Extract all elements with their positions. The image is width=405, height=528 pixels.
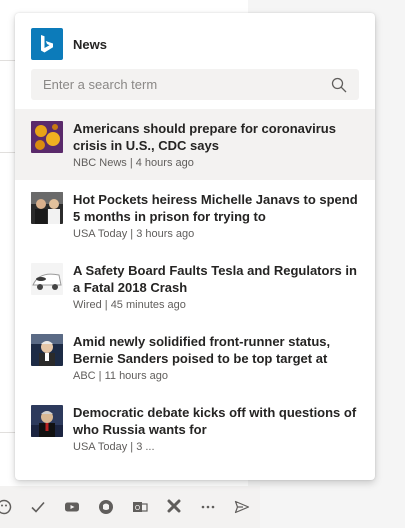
- news-title: Amid newly solidified front-runner statu…: [73, 334, 331, 366]
- news-meta: ABC | 11 hours ago: [73, 370, 168, 382]
- search-icon[interactable]: [331, 77, 347, 93]
- news-popup: News Americans should prepare for corona…: [15, 13, 375, 480]
- svg-text:O: O: [135, 504, 141, 512]
- sharepoint-icon[interactable]: [164, 497, 184, 517]
- courtroom-thumb: [31, 192, 63, 224]
- bing-logo-icon: [31, 28, 63, 60]
- tesla-thumb: [31, 263, 63, 295]
- more-options-icon[interactable]: [198, 497, 218, 517]
- debate-thumb: [31, 405, 63, 437]
- news-meta: USA Today | 3 hours ago: [73, 228, 195, 240]
- popup-title: News: [73, 36, 107, 52]
- news-title: Hot Pockets heiress Michelle Janavs to s…: [73, 192, 358, 224]
- news-meta: NBC News | 4 hours ago: [73, 157, 194, 169]
- coronavirus-thumb: [31, 121, 63, 153]
- news-list: Americans should prepare for coronavirus…: [15, 109, 375, 464]
- github-icon[interactable]: [96, 497, 116, 517]
- news-title: Democratic debate kicks off with questio…: [73, 405, 357, 437]
- news-title: Americans should prepare for coronavirus…: [73, 121, 336, 153]
- news-item[interactable]: Americans should prepare for coronavirus…: [15, 109, 375, 180]
- news-meta: USA Today | 3 ...: [73, 441, 155, 453]
- news-meta: Wired | 45 minutes ago: [73, 299, 186, 311]
- news-title: A Safety Board Faults Tesla and Regulato…: [73, 263, 357, 295]
- search-box: [31, 69, 359, 100]
- news-item[interactable]: Hot Pockets heiress Michelle Janavs to s…: [15, 180, 375, 251]
- send-icon[interactable]: [232, 497, 252, 517]
- check-icon[interactable]: [28, 497, 48, 517]
- news-item[interactable]: Amid newly solidified front-runner statu…: [15, 322, 375, 393]
- news-item[interactable]: A Safety Board Faults Tesla and Regulato…: [15, 251, 375, 322]
- emoji-icon[interactable]: [0, 497, 14, 517]
- sanders-thumb: [31, 334, 63, 366]
- news-item[interactable]: Democratic debate kicks off with questio…: [15, 393, 375, 464]
- outlook-icon[interactable]: O: [130, 497, 150, 517]
- youtube-icon[interactable]: [62, 497, 82, 517]
- search-input[interactable]: [31, 69, 331, 100]
- popup-header: News: [15, 13, 375, 75]
- compose-toolbar: O: [0, 486, 260, 528]
